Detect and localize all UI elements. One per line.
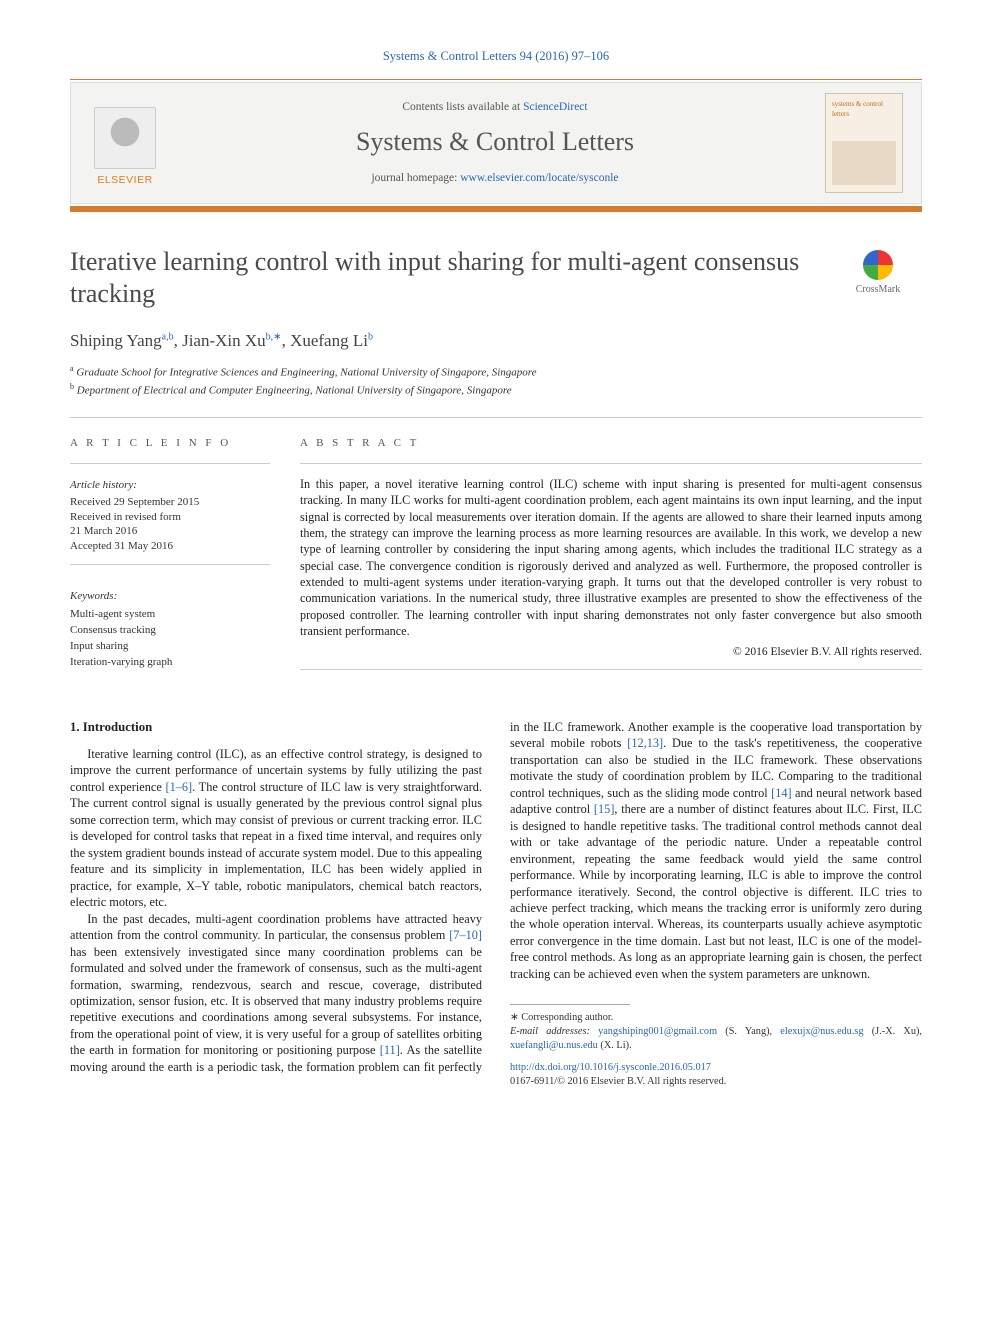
page-root: Systems & Control Letters 94 (2016) 97–1…: [0, 0, 992, 1129]
affiliation-b: b Department of Electrical and Computer …: [70, 381, 922, 399]
abstract-copyright: © 2016 Elsevier B.V. All rights reserved…: [300, 645, 922, 661]
ref-1-6[interactable]: [1–6]: [165, 780, 192, 794]
header-center: Contents lists available at ScienceDirec…: [179, 100, 811, 186]
author-3-aff: b: [368, 331, 373, 342]
intro-para-1: Iterative learning control (ILC), as an …: [70, 746, 482, 911]
contents-line: Contents lists available at ScienceDirec…: [179, 100, 811, 116]
email-3[interactable]: xuefangli@u.nus.edu: [510, 1040, 598, 1051]
divider: [70, 417, 922, 418]
keyword-1: Multi-agent system: [70, 607, 270, 623]
email-line: E-mail addresses: yangshiping001@gmail.c…: [510, 1025, 922, 1053]
revised-line2: 21 March 2016: [70, 524, 270, 539]
abstract-heading: A B S T R A C T: [300, 436, 922, 451]
journal-title: Systems & Control Letters: [179, 124, 811, 159]
ref-11[interactable]: [11]: [380, 1043, 400, 1057]
keywords-label: Keywords:: [70, 589, 270, 605]
info-rule-2: [70, 564, 270, 565]
doi-line: http://dx.doi.org/10.1016/j.sysconle.201…: [510, 1061, 922, 1075]
author-1[interactable]: Shiping Yang: [70, 331, 162, 350]
abstract-col: A B S T R A C T In this paper, a novel i…: [300, 436, 922, 671]
homepage-line: journal homepage: www.elsevier.com/locat…: [179, 171, 811, 187]
footnotes: ∗ Corresponding author. E-mail addresses…: [510, 1011, 922, 1053]
author-1-aff: a,b: [162, 331, 174, 342]
history-block: Received 29 September 2015 Received in r…: [70, 495, 270, 554]
cover-art: [832, 141, 896, 185]
ref-7-10[interactable]: [7–10]: [449, 928, 482, 942]
email-1-who: (S. Yang),: [717, 1026, 780, 1037]
crossmark-badge[interactable]: CrossMark: [834, 250, 922, 297]
info-abstract-row: A R T I C L E I N F O Article history: R…: [70, 436, 922, 671]
abstract-rule-2: [300, 669, 922, 670]
affiliations: a Graduate School for Integrative Scienc…: [70, 363, 922, 399]
sciencedirect-link[interactable]: ScienceDirect: [523, 101, 588, 113]
p1b: . The control structure of ILC law is ve…: [70, 780, 482, 909]
article-info: A R T I C L E I N F O Article history: R…: [70, 436, 270, 671]
homepage-link[interactable]: www.elsevier.com/locate/sysconle: [460, 172, 618, 184]
doi-link[interactable]: http://dx.doi.org/10.1016/j.sysconle.201…: [510, 1062, 711, 1073]
elsevier-tree-icon: [94, 107, 156, 169]
p2b: has been extensively investigated since …: [70, 945, 482, 1058]
aff-a-text: Graduate School for Integrative Sciences…: [74, 366, 537, 378]
affiliation-a: a Graduate School for Integrative Scienc…: [70, 363, 922, 381]
info-rule: [70, 463, 270, 464]
accepted-date: Accepted 31 May 2016: [70, 539, 270, 554]
email-1[interactable]: yangshiping001@gmail.com: [598, 1026, 717, 1037]
author-2[interactable]: Jian-Xin Xu: [182, 331, 266, 350]
abstract-rule: [300, 463, 922, 464]
author-line: Shiping Yanga,b, Jian-Xin Xub,∗, Xuefang…: [70, 330, 922, 353]
p2f: , there are a number of distinct feature…: [510, 802, 922, 981]
issn-line: 0167-6911/© 2016 Elsevier B.V. All right…: [510, 1075, 922, 1089]
revised-line1: Received in revised form: [70, 510, 270, 525]
citation-link[interactable]: Systems & Control Letters 94 (2016) 97–1…: [383, 49, 609, 63]
title-row: Iterative learning control with input sh…: [70, 246, 922, 309]
article-title: Iterative learning control with input sh…: [70, 246, 814, 309]
body-columns: 1. Introduction Iterative learning contr…: [70, 719, 922, 1089]
cover-label: systems & control letters: [832, 100, 896, 119]
aff-b-text: Department of Electrical and Computer En…: [74, 385, 512, 397]
star-icon: ∗: [510, 1012, 521, 1023]
corresponding-note: ∗ Corresponding author.: [510, 1011, 922, 1025]
header-rule-top: [70, 79, 922, 81]
ref-15[interactable]: [15]: [594, 802, 615, 816]
citation-header: Systems & Control Letters 94 (2016) 97–1…: [70, 48, 922, 65]
email-2-who: (J.-X. Xu),: [872, 1026, 922, 1037]
keywords-block: Keywords: Multi-agent system Consensus t…: [70, 589, 270, 671]
keyword-2: Consensus tracking: [70, 623, 270, 639]
p2a: In the past decades, multi-agent coordin…: [70, 912, 482, 942]
email-2[interactable]: elexujx@nus.edu.sg: [780, 1026, 863, 1037]
history-label: Article history:: [70, 478, 270, 493]
homepage-prefix: journal homepage:: [371, 172, 460, 184]
journal-header: ELSEVIER Contents lists available at Sci…: [70, 82, 922, 204]
header-rule-bottom: [70, 206, 922, 212]
crossmark-label: CrossMark: [856, 283, 900, 297]
contents-prefix: Contents lists available at: [402, 101, 523, 113]
email-label: E-mail addresses:: [510, 1026, 598, 1037]
abstract-text: In this paper, a novel iterative learnin…: [300, 476, 922, 639]
ref-14[interactable]: [14]: [771, 786, 792, 800]
corr-label: Corresponding author.: [521, 1012, 613, 1023]
elsevier-logo: ELSEVIER: [89, 99, 161, 187]
ref-12-13[interactable]: [12,13]: [627, 736, 663, 750]
received-date: Received 29 September 2015: [70, 495, 270, 510]
crossmark-icon: [863, 250, 893, 280]
author-2-corr: ∗: [273, 331, 281, 342]
author-3[interactable]: Xuefang Li: [290, 331, 368, 350]
info-heading: A R T I C L E I N F O: [70, 436, 270, 451]
section-1-heading: 1. Introduction: [70, 719, 482, 736]
footnote-separator: [510, 1004, 630, 1005]
keyword-4: Iteration-varying graph: [70, 655, 270, 671]
keyword-3: Input sharing: [70, 639, 270, 655]
email-3-who: (X. Li).: [598, 1040, 632, 1051]
publisher-name: ELSEVIER: [97, 173, 152, 187]
journal-cover-thumb: systems & control letters: [825, 93, 903, 193]
